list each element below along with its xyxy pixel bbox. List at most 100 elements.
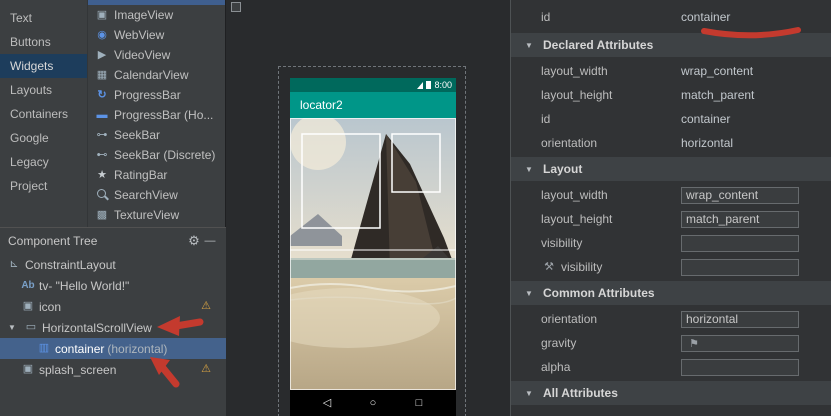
tree-item-tv[interactable]: Ab tv- "Hello World!" — [0, 275, 226, 296]
section-collapse-icon — [521, 40, 537, 51]
palette-item-label: SeekBar (Discrete) — [114, 148, 215, 162]
recents-icon[interactable] — [411, 398, 427, 409]
constraintlayout-icon — [6, 259, 22, 270]
palette-item-label: SeekBar — [114, 128, 160, 142]
android-studio-layout-editor: Text Buttons Widgets Layouts Containers … — [0, 0, 831, 416]
tree-item-container-selected[interactable]: container(horizontal) — [0, 338, 226, 359]
tree-item-splash-screen[interactable]: splash_screen — [0, 359, 226, 380]
videoview-play-icon — [94, 50, 110, 61]
palette-item-imageview[interactable]: ImageView — [88, 5, 225, 25]
device-preview[interactable]: 8:00 locator2 — [290, 78, 456, 416]
layout-width-dropdown[interactable]: wrap_content — [681, 187, 799, 204]
section-declared-attributes[interactable]: Declared Attributes — [511, 33, 831, 57]
back-icon[interactable] — [319, 398, 335, 409]
palette-item-ratingbar[interactable]: RatingBar — [88, 165, 225, 185]
tree-item-label: tv- "Hello World!" — [39, 279, 129, 293]
id-input[interactable]: container — [681, 10, 799, 24]
section-layout[interactable]: Layout — [511, 157, 831, 181]
palette-widget-list: ImageView WebView VideoView CalendarView… — [88, 0, 226, 227]
section-title: Common Attributes — [543, 286, 655, 300]
tree-item-constraintlayout[interactable]: ConstraintLayout — [0, 254, 226, 275]
section-common-attributes[interactable]: Common Attributes — [511, 281, 831, 305]
palette-item-videoview[interactable]: VideoView — [88, 45, 225, 65]
warning-icon[interactable] — [198, 301, 214, 312]
palette-item-progressbar-horizontal[interactable]: ProgressBar (Ho... — [88, 105, 225, 125]
wallpaper-image[interactable] — [290, 118, 456, 390]
tree-item-icon[interactable]: icon — [0, 296, 226, 317]
palette-item-label: ProgressBar (Ho... — [114, 108, 213, 122]
section-title: All Attributes — [543, 386, 618, 400]
palette-item-webview[interactable]: WebView — [88, 25, 225, 45]
attr-label: layout_height — [511, 88, 681, 102]
sidebar-item-legacy[interactable]: Legacy — [0, 150, 87, 174]
section-title: Layout — [543, 162, 582, 176]
sidebar-item-google[interactable]: Google — [0, 126, 87, 150]
app-bar: locator2 — [290, 92, 456, 118]
attr-row-tools-visibility: visibility — [511, 255, 831, 279]
attr-row-gravity: gravity — [511, 331, 831, 355]
imageview-icon — [94, 10, 110, 21]
palette-item-seekbar[interactable]: SeekBar — [88, 125, 225, 145]
imageview-icon — [20, 364, 36, 375]
sidebar-item-buttons[interactable]: Buttons — [0, 30, 87, 54]
palette-item-calendarview[interactable]: CalendarView — [88, 65, 225, 85]
palette-item-label: SearchView — [114, 188, 178, 202]
star-icon — [94, 170, 110, 181]
attr-label: id — [511, 10, 681, 24]
wrench-icon — [541, 262, 557, 273]
palette-item-searchview[interactable]: SearchView — [88, 185, 225, 205]
attr-label: visibility — [511, 260, 681, 274]
attr-value[interactable]: horizontal — [681, 136, 799, 150]
battery-icon — [426, 81, 431, 89]
textview-ab-icon: Ab — [20, 280, 36, 291]
design-canvas[interactable]: 8:00 locator2 — [226, 0, 510, 416]
minimize-icon[interactable] — [202, 236, 218, 247]
alpha-field[interactable] — [681, 359, 799, 376]
tree-item-label: ConstraintLayout — [25, 258, 116, 272]
sidebar-item-containers[interactable]: Containers — [0, 102, 87, 126]
sidebar-item-project[interactable]: Project — [0, 174, 87, 198]
palette-category-list: Text Buttons Widgets Layouts Containers … — [0, 0, 88, 227]
tree-item-horizontalscrollview[interactable]: HorizontalScrollView — [0, 317, 226, 338]
chevron-expanded-icon[interactable] — [4, 322, 20, 333]
home-icon[interactable] — [365, 398, 381, 409]
attr-label: visibility — [511, 236, 681, 250]
palette-item-label: VideoView — [114, 48, 170, 62]
device-status-bar: 8:00 — [290, 78, 456, 92]
orientation-dropdown[interactable]: horizontal — [681, 311, 799, 328]
imageview-icon — [20, 301, 36, 312]
attr-label: orientation — [511, 136, 681, 150]
attr-row-visibility: visibility — [511, 231, 831, 255]
attr-row-id-declared: id container — [511, 107, 831, 131]
attr-value[interactable]: container — [681, 112, 799, 126]
gear-icon[interactable] — [186, 234, 202, 248]
section-title: Declared Attributes — [543, 38, 653, 52]
palette-item-textureview[interactable]: TextureView — [88, 205, 225, 225]
warning-icon[interactable] — [198, 364, 214, 375]
attr-value[interactable]: wrap_content — [681, 64, 799, 78]
mountain-beach-photo — [290, 118, 456, 390]
flag-icon[interactable] — [686, 339, 702, 350]
attr-label: layout_height — [511, 212, 681, 226]
attr-row-layout-height: layout_height match_parent — [511, 83, 831, 107]
sidebar-item-layouts[interactable]: Layouts — [0, 78, 87, 102]
gravity-field[interactable] — [681, 335, 799, 352]
sidebar-item-text[interactable]: Text — [0, 6, 87, 30]
device-nav-bar — [290, 390, 456, 416]
layout-height-dropdown[interactable]: match_parent — [681, 211, 799, 228]
section-all-attributes[interactable]: All Attributes — [511, 381, 831, 405]
section-collapse-icon — [521, 164, 537, 175]
palette-item-progressbar[interactable]: ProgressBar — [88, 85, 225, 105]
attr-value[interactable]: match_parent — [681, 88, 799, 102]
attributes-panel: id container Declared Attributes layout_… — [510, 0, 831, 416]
attr-row-orientation-declared: orientation horizontal — [511, 131, 831, 155]
visibility-dropdown[interactable] — [681, 235, 799, 252]
attr-label: orientation — [511, 312, 681, 326]
tree-item-suffix: (horizontal) — [107, 342, 167, 356]
palette-item-seekbar-discrete[interactable]: SeekBar (Discrete) — [88, 145, 225, 165]
tools-visibility-dropdown[interactable] — [681, 259, 799, 276]
palette-item-label: WebView — [114, 28, 164, 42]
attr-label: gravity — [511, 336, 681, 350]
sidebar-item-widgets[interactable]: Widgets — [0, 54, 87, 78]
seekbar-discrete-icon — [94, 150, 110, 161]
